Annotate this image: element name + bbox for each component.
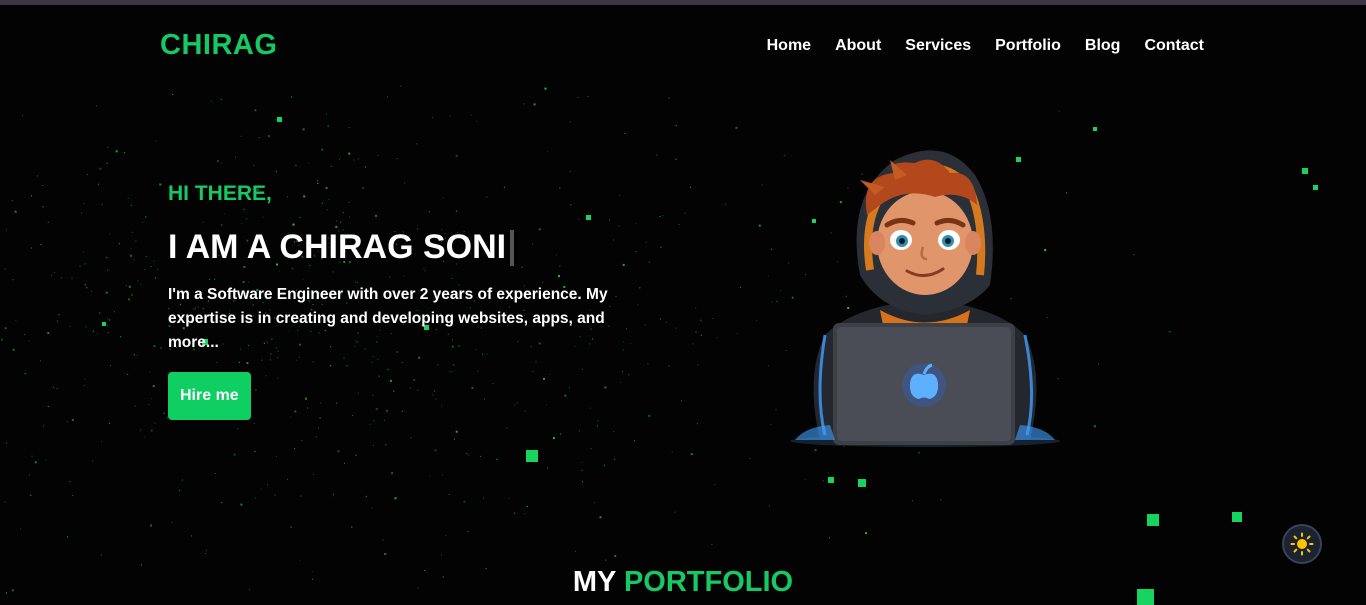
hero-section: HI THERE, I AM A CHIRAG SONI I'm a Softw… [168, 182, 638, 420]
portfolio-title-plain: MY [572, 566, 616, 599]
nav-portfolio[interactable]: Portfolio [995, 37, 1061, 55]
nav-services[interactable]: Services [905, 37, 971, 55]
hero-greeting: HI THERE, [168, 182, 272, 205]
portfolio-section-title: MY PORTFOLIO [0, 566, 1366, 599]
theme-toggle-button[interactable] [1282, 524, 1322, 564]
site-logo[interactable]: CHIRAG [160, 29, 277, 62]
main-nav: Home About Services Portfolio Blog Conta… [767, 37, 1204, 55]
nav-home[interactable]: Home [767, 37, 811, 55]
nav-blog[interactable]: Blog [1085, 37, 1121, 55]
typing-caret [510, 229, 515, 266]
portfolio-title-accent: PORTFOLIO [623, 566, 794, 599]
nav-contact[interactable]: Contact [1144, 37, 1204, 55]
hero-headline-row: I AM A CHIRAG SONI [168, 228, 638, 267]
developer-avatar-illustration [790, 150, 1060, 447]
hire-me-button[interactable]: Hire me [168, 372, 251, 420]
hero-headline: I AM A CHIRAG SONI [168, 228, 507, 266]
nav-about[interactable]: About [835, 37, 881, 55]
sun-icon [1290, 532, 1314, 556]
hero-description: I'm a Software Engineer with over 2 year… [168, 286, 608, 351]
